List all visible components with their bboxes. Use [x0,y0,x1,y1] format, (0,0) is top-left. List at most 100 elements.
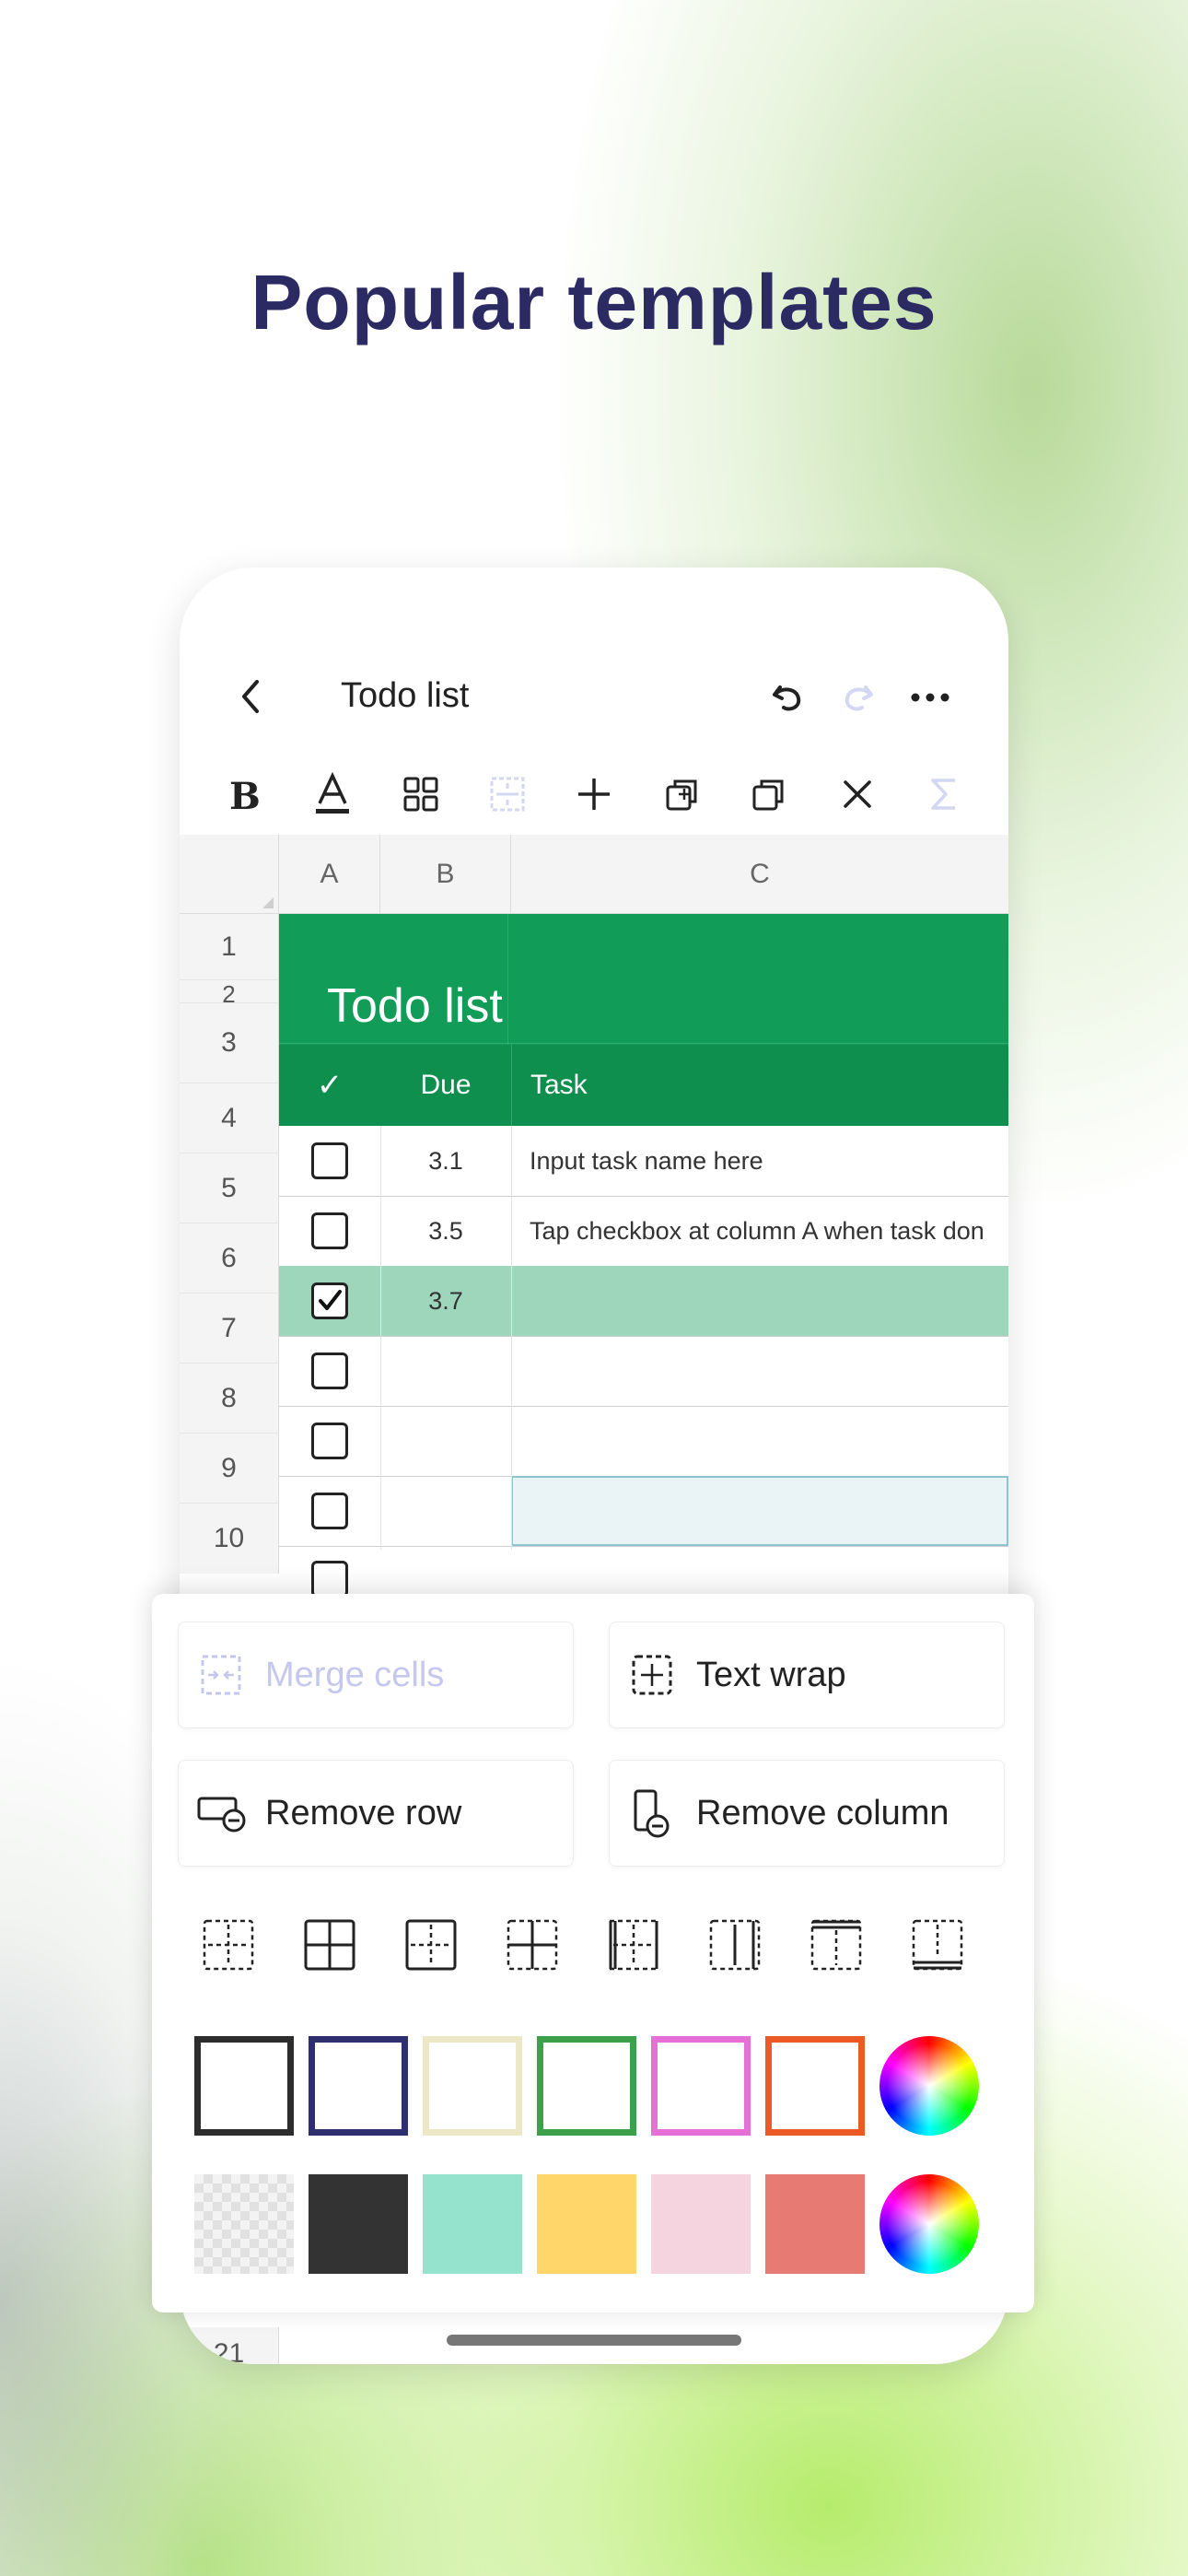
remove-row-label: Remove row [265,1793,462,1832]
fill-color-swatch[interactable] [537,2174,636,2274]
duplicate-icon[interactable] [745,770,793,818]
row-divider [279,1336,1008,1337]
insert-copy-icon[interactable] [658,770,706,818]
nav-bar: Todo list [180,568,1008,752]
check-cell[interactable] [279,1266,380,1336]
checkbox[interactable] [311,1212,348,1249]
task-cell[interactable] [511,1266,1008,1336]
remove-row-icon [195,1787,247,1839]
row-header-6[interactable]: 6 [180,1224,279,1294]
text-color-icon[interactable] [309,770,356,818]
check-cell[interactable] [279,1196,380,1266]
text-wrap-label: Text wrap [696,1655,846,1694]
border-right-icon[interactable] [706,1916,763,1973]
remove-column-label: Remove column [696,1793,949,1832]
row-header-5[interactable]: 5 [180,1153,279,1224]
more-icon[interactable] [909,678,951,721]
selected-cell[interactable] [511,1476,1008,1546]
merge-cells-label: Merge cells [265,1655,445,1694]
border-none-icon[interactable] [200,1916,257,1973]
grid-line [380,1126,381,1550]
row-divider [279,1406,1008,1407]
row-header-21[interactable]: 21 [180,2327,279,2364]
fill-color-swatch[interactable] [651,2174,751,2274]
row-header-8[interactable]: 8 [180,1364,279,1434]
row-header-3[interactable]: 3 [180,1002,279,1083]
fill-color-swatch[interactable] [765,2174,865,2274]
row-header-4[interactable]: 4 [180,1083,279,1153]
border-color-wheel-icon[interactable] [879,2036,979,2136]
border-top-icon[interactable] [808,1916,865,1973]
headline: Popular templates [250,259,938,345]
checkbox[interactable] [311,1493,348,1529]
select-all-corner[interactable] [180,835,279,914]
checkbox-checked[interactable] [311,1282,348,1319]
text-wrap-button[interactable]: Text wrap [609,1622,1005,1728]
grid-line [511,1126,512,1550]
close-icon[interactable] [833,770,881,818]
bold-icon[interactable]: B [220,770,268,818]
row-header-2[interactable]: 2 [180,980,279,1002]
merge-cells-icon [195,1649,247,1701]
remove-column-button[interactable]: Remove column [609,1760,1005,1867]
row-header-9[interactable]: 9 [180,1434,279,1504]
fill-color-swatch[interactable] [423,2174,522,2274]
border-all-icon[interactable] [301,1916,358,1973]
checkmark-icon [319,1290,342,1310]
row-header-7[interactable]: 7 [180,1294,279,1364]
task-cell[interactable]: Tap checkbox at column A when task don [511,1196,1008,1266]
checkbox[interactable] [311,1561,348,1598]
column-header-b[interactable]: B [380,835,511,914]
home-indicator [447,2335,741,2346]
column-header-a[interactable]: A [279,835,380,914]
check-cell[interactable] [279,1126,380,1196]
text-wrap-icon [626,1649,678,1701]
fill-color-swatch[interactable] [309,2174,408,2274]
border-outer-icon[interactable] [402,1916,460,1973]
fill-color-wheel-icon[interactable] [879,2174,979,2274]
row-header-10[interactable]: 10 [180,1504,279,1574]
svg-text:B: B [229,775,261,814]
border-left-right-icon[interactable] [605,1916,662,1973]
checkbox[interactable] [311,1142,348,1179]
remove-column-icon [626,1787,678,1839]
header-check-cell[interactable]: ✓ [279,1045,380,1126]
back-icon[interactable] [237,678,264,713]
due-cell[interactable]: 3.7 [380,1266,511,1336]
sum-icon [920,770,968,818]
checkbox[interactable] [311,1352,348,1389]
border-color-swatch[interactable] [423,2036,522,2136]
document-title: Todo list [341,676,470,715]
row-divider [279,1546,1008,1547]
column-header-c[interactable]: C [511,835,1008,914]
fill-none-swatch[interactable] [194,2174,294,2274]
header-task-cell[interactable]: Task [511,1045,1008,1126]
banner-title: Todo list [327,979,503,1033]
border-color-swatch[interactable] [537,2036,636,2136]
redo-icon[interactable] [838,678,877,721]
grid-icon[interactable] [397,770,445,818]
merge-cells-icon [483,770,531,818]
check-cell[interactable] [279,1476,380,1546]
border-inner-icon[interactable] [504,1916,561,1973]
border-color-swatch[interactable] [309,2036,408,2136]
merge-cells-button: Merge cells [178,1622,574,1728]
task-cell[interactable]: Input task name here [511,1126,1008,1196]
remove-row-button[interactable]: Remove row [178,1760,574,1867]
checkbox[interactable] [311,1423,348,1459]
undo-icon[interactable] [769,678,808,721]
format-toolbar: B [180,752,1008,835]
banner-cell[interactable]: Todo list [279,914,1008,1045]
format-panel: Merge cells Text wrap Remove row Remove … [152,1594,1034,2313]
row-header-1[interactable]: 1 [180,914,279,980]
border-color-swatch[interactable] [765,2036,865,2136]
border-bottom-icon[interactable] [909,1916,966,1973]
check-cell[interactable] [279,1406,380,1476]
header-due-cell[interactable]: Due [380,1045,511,1126]
add-icon[interactable] [570,770,618,818]
due-cell[interactable]: 3.1 [380,1126,511,1196]
check-cell[interactable] [279,1336,380,1406]
due-cell[interactable]: 3.5 [380,1196,511,1266]
border-color-swatch[interactable] [651,2036,751,2136]
border-color-swatch[interactable] [194,2036,294,2136]
